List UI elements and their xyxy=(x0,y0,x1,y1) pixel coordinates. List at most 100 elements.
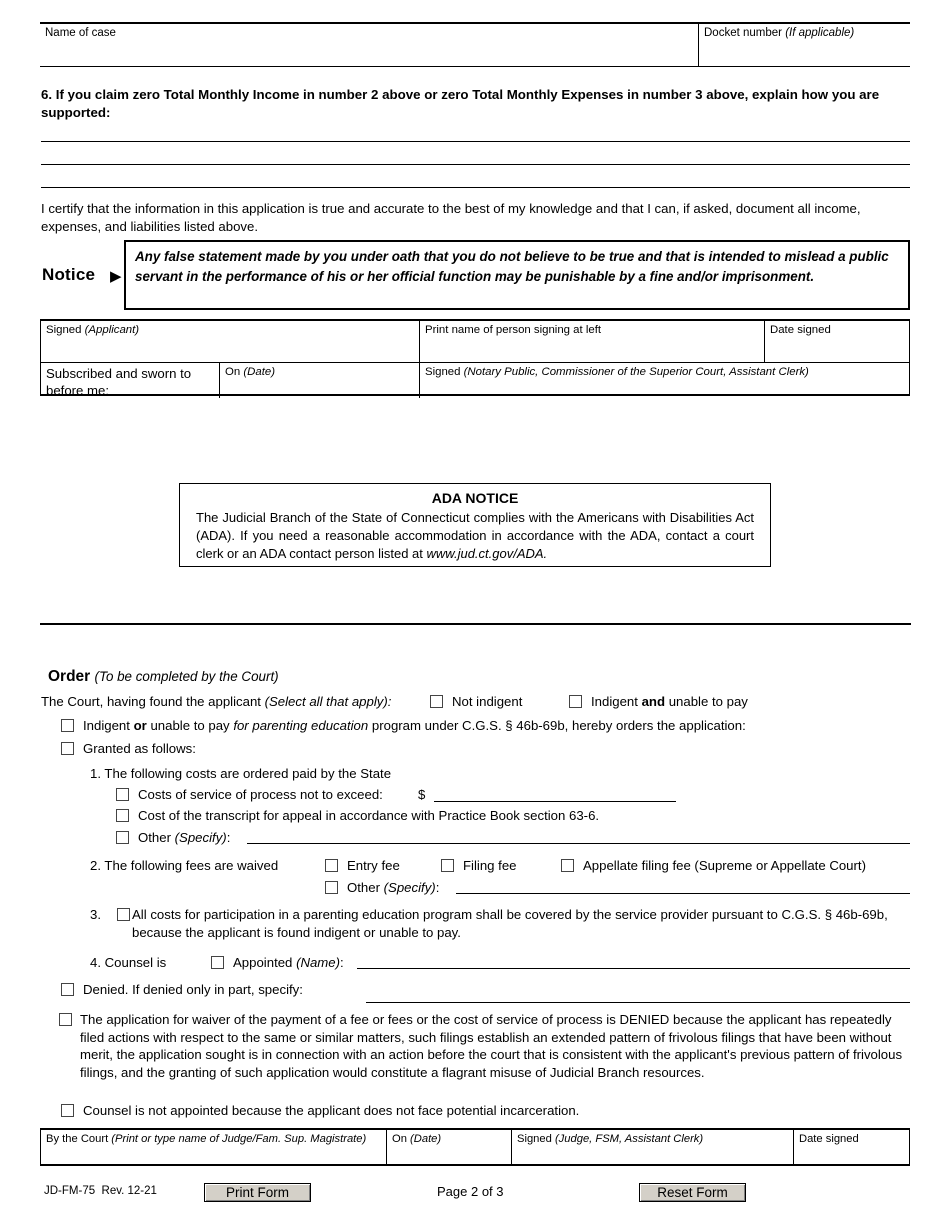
signed-applicant-note: (Applicant) xyxy=(84,324,140,336)
docket-number-label: Docket number xyxy=(704,27,782,39)
page-number: Page 2 of 3 xyxy=(437,1184,504,1199)
checkbox-parenting-education[interactable] xyxy=(61,717,74,735)
court-date-signed-cell[interactable]: Date signed xyxy=(793,1130,909,1164)
checkbox-granted[interactable] xyxy=(61,740,74,758)
notice-label: Notice xyxy=(42,265,96,284)
checkbox-box-icon xyxy=(61,719,74,732)
signed-applicant-cell[interactable]: Signed (Applicant) xyxy=(41,321,419,362)
by-the-court-cell[interactable]: By the Court (Print or type name of Judg… xyxy=(41,1130,386,1164)
signed-applicant-label: Signed xyxy=(46,324,82,336)
label-parenting-program-costs: All costs for participation in a parenti… xyxy=(132,907,888,940)
signed-notary-label: Signed xyxy=(425,366,461,378)
parenting-pre: Indigent xyxy=(83,718,134,733)
indigent-and: and xyxy=(641,694,666,709)
court-date-signed-label: Date signed xyxy=(799,1133,859,1145)
checkbox-counsel-appointed[interactable] xyxy=(211,954,224,972)
checkbox-item1-other[interactable] xyxy=(116,829,129,847)
print-form-button[interactable]: Print Form xyxy=(204,1183,311,1202)
answer-line-1[interactable] xyxy=(41,141,910,142)
checkbox-box-icon xyxy=(116,788,129,801)
signed-notary-cell[interactable]: Signed (Notary Public, Commissioner of t… xyxy=(419,362,909,398)
court-on-date-cell[interactable]: On (Date) xyxy=(386,1130,511,1164)
court-on-date-label: On xyxy=(392,1133,411,1145)
notice-text: Any false statement made by you under oa… xyxy=(135,249,889,284)
docket-number-cell[interactable]: Docket number (If applicable) xyxy=(698,24,910,66)
checkbox-box-icon xyxy=(325,859,338,872)
checkbox-box-icon xyxy=(441,859,454,872)
date-signed-cell[interactable]: Date signed xyxy=(764,321,909,362)
item1-title: 1. The following costs are ordered paid … xyxy=(90,766,392,781)
court-signed-cell[interactable]: Signed (Judge, FSM, Assistant Clerk) xyxy=(511,1130,793,1164)
subscribed-sworn-cell: Subscribed and sworn to before me: xyxy=(41,362,219,398)
checkbox-not-indigent[interactable] xyxy=(430,693,443,711)
label-item1-other: Other (Specify): xyxy=(138,829,230,847)
print-name-cell[interactable]: Print name of person signing at left xyxy=(419,321,764,362)
label-transcript-cost: Cost of the transcript for appeal in acc… xyxy=(138,808,600,823)
label-counsel-appointed: Appointed (Name): xyxy=(233,954,344,972)
checkbox-box-icon xyxy=(561,859,574,872)
section-divider xyxy=(40,623,911,625)
on-date-note: (Date) xyxy=(243,366,276,378)
checkbox-transcript-cost[interactable] xyxy=(116,807,129,825)
label-entry-fee: Entry fee xyxy=(347,858,400,873)
court-found-lead: The Court, having found the applicant xyxy=(41,694,265,709)
ada-notice-title: ADA NOTICE xyxy=(431,490,519,506)
indigent-post: unable to pay xyxy=(665,694,748,709)
reset-form-button[interactable]: Reset Form xyxy=(639,1183,746,1202)
docket-number-note: (If applicable) xyxy=(785,27,855,39)
form-number: JD-FM-75 xyxy=(44,1185,96,1197)
checkbox-counsel-not-appointed[interactable] xyxy=(61,1102,74,1120)
on-date-label: On xyxy=(225,366,241,378)
item3-number: 3. xyxy=(90,907,101,922)
question-6-text: 6. If you claim zero Total Monthly Incom… xyxy=(41,87,880,120)
checkbox-indigent-unable-to-pay[interactable] xyxy=(569,693,582,711)
ada-website-link[interactable]: www.jud.ct.gov/ADA. xyxy=(427,546,548,561)
costs-amount-field[interactable] xyxy=(434,801,676,802)
court-signed-label: Signed xyxy=(517,1133,555,1145)
counsel-name-field[interactable] xyxy=(357,968,910,969)
item1-other-field[interactable] xyxy=(247,843,910,844)
parenting-or: or xyxy=(133,718,147,733)
checkbox-denied-frivolous[interactable] xyxy=(59,1013,72,1026)
counsel-name-note: (Name) xyxy=(296,955,341,970)
answer-line-3[interactable] xyxy=(41,187,910,188)
checkbox-item2-other[interactable] xyxy=(325,879,338,897)
item1-other-note: (Specify) xyxy=(174,830,227,845)
checkbox-box-icon xyxy=(116,831,129,844)
name-of-case-label: Name of case xyxy=(45,27,116,39)
on-date-cell[interactable]: On (Date) xyxy=(219,362,419,398)
form-identifier: JD-FM-75 Rev. 12-21 xyxy=(44,1185,157,1197)
label-parenting-education: Indigent or unable to pay for parenting … xyxy=(83,717,746,735)
checkbox-costs-service-of-process[interactable] xyxy=(116,786,129,804)
checkbox-appellate-filing-fee[interactable] xyxy=(561,857,574,875)
checkbox-box-icon xyxy=(325,881,338,894)
dollar-sign: $ xyxy=(418,787,426,802)
checkbox-filing-fee[interactable] xyxy=(441,857,454,875)
label-denied-frivolous: The application for waiver of the paymen… xyxy=(80,1012,903,1080)
name-of-case-cell[interactable]: Name of case xyxy=(40,24,698,66)
indigent-pre: Indigent xyxy=(591,694,642,709)
order-heading: Order (To be completed by the Court) xyxy=(48,668,279,686)
signed-notary-note: (Notary Public, Commissioner of the Supe… xyxy=(463,366,809,378)
checkbox-box-icon xyxy=(61,1104,74,1117)
order-title: Order xyxy=(48,668,91,685)
by-the-court-label: By the Court xyxy=(46,1133,112,1145)
checkbox-box-icon xyxy=(430,695,443,708)
item1-other-label: Other xyxy=(138,830,175,845)
item4-label: 4. Counsel is xyxy=(90,955,167,970)
applicant-signature-table: Signed (Applicant) Print name of person … xyxy=(40,319,910,398)
checkbox-box-icon xyxy=(211,956,224,969)
court-found-line: The Court, having found the applicant (S… xyxy=(41,693,391,711)
order-subtitle: (To be completed by the Court) xyxy=(94,669,279,684)
checkbox-denied[interactable] xyxy=(61,981,74,999)
label-costs-service-of-process: Costs of service of process not to excee… xyxy=(138,787,383,802)
answer-line-2[interactable] xyxy=(41,164,910,165)
item2-other-field[interactable] xyxy=(456,893,910,894)
label-filing-fee: Filing fee xyxy=(463,858,517,873)
checkbox-parenting-program-costs[interactable] xyxy=(117,906,130,924)
denied-specify-field[interactable] xyxy=(366,1002,910,1003)
item2-other-colon: : xyxy=(435,880,440,895)
checkbox-entry-fee[interactable] xyxy=(325,857,338,875)
parenting-mid: unable to pay xyxy=(146,718,234,733)
form-revision: Rev. 12-21 xyxy=(101,1185,157,1197)
